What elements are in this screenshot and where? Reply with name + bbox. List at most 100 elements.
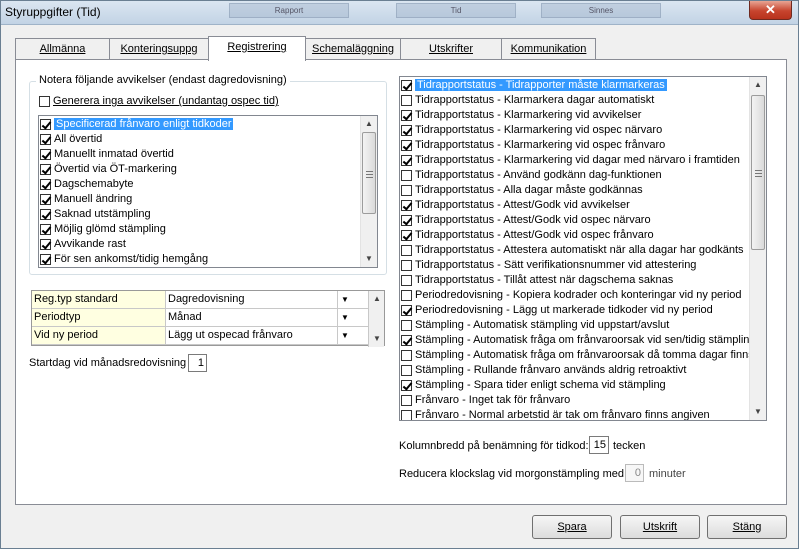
scroll-up-arrow-icon[interactable]: ▲ <box>369 291 385 307</box>
checkbox[interactable] <box>401 170 412 181</box>
checkbox[interactable] <box>40 119 51 130</box>
checkbox[interactable] <box>40 164 51 175</box>
checkbox[interactable] <box>40 224 51 235</box>
checkbox[interactable] <box>401 80 412 91</box>
option-list-item[interactable]: Tidrapportstatus - Klarmarkering vid osp… <box>400 138 766 153</box>
deviation-list-item[interactable]: Specificerad frånvaro enligt tidkoder <box>39 117 377 132</box>
checkbox[interactable] <box>401 215 412 226</box>
checkbox[interactable] <box>401 380 412 391</box>
checkbox[interactable] <box>401 275 412 286</box>
option-list-item[interactable]: Periodredovisning - Lägg ut markerade ti… <box>400 303 766 318</box>
close-button[interactable]: Stäng <box>707 515 787 539</box>
deviations-list[interactable]: Specificerad frånvaro enligt tidkoder All… <box>38 115 378 268</box>
scroll-thumb[interactable] <box>362 132 376 214</box>
tab-konteringsuppg[interactable]: Konteringsuppg <box>109 38 209 60</box>
regtyp-dropdown[interactable]: Dagredovisning ▼ <box>166 291 352 308</box>
options-scrollbar[interactable]: ▲ ▼ <box>749 77 766 420</box>
deviation-list-item[interactable]: Avvikande rast <box>39 237 377 252</box>
checkbox[interactable] <box>401 245 412 256</box>
column-width-input[interactable]: 15 <box>589 436 609 454</box>
save-button[interactable]: Spara <box>532 515 612 539</box>
option-list-item[interactable]: Tidrapportstatus - Klarmarkera dagar aut… <box>400 93 766 108</box>
print-button[interactable]: Utskrift <box>620 515 700 539</box>
scroll-down-arrow-icon[interactable]: ▼ <box>369 331 385 347</box>
checkbox[interactable] <box>401 335 412 346</box>
reduce-input[interactable]: 0 <box>625 464 644 482</box>
checkbox[interactable] <box>40 194 51 205</box>
chevron-down-icon[interactable]: ▼ <box>337 291 352 308</box>
checkbox[interactable] <box>401 155 412 166</box>
option-list-item[interactable]: Stämpling - Automatisk fråga om frånvaro… <box>400 348 766 363</box>
option-list-item[interactable]: Tidrapportstatus - Klarmarkering vid osp… <box>400 123 766 138</box>
tab-kommunikation[interactable]: Kommunikation <box>501 38 596 60</box>
deviation-list-item[interactable]: Saknad utstämpling <box>39 207 377 222</box>
option-list-item[interactable]: Tidrapportstatus - Tillåt attest när dag… <box>400 273 766 288</box>
checkbox[interactable] <box>401 200 412 211</box>
option-list-item[interactable]: Tidrapportstatus - Klarmarkering vid dag… <box>400 153 766 168</box>
checkbox[interactable] <box>401 365 412 376</box>
ny-period-dropdown[interactable]: Lägg ut ospecad frånvaro ▼ <box>166 327 352 344</box>
tab-schemalaggning[interactable]: Schemaläggning <box>305 38 401 60</box>
scroll-down-arrow-icon[interactable]: ▼ <box>750 404 766 420</box>
option-list-item[interactable]: Frånvaro - Inget tak för frånvaro <box>400 393 766 408</box>
scroll-down-arrow-icon[interactable]: ▼ <box>361 251 377 267</box>
checkbox[interactable] <box>401 110 412 121</box>
option-list-item[interactable]: Tidrapportstatus - Attestera automatiskt… <box>400 243 766 258</box>
checkbox[interactable] <box>40 149 51 160</box>
checkbox[interactable] <box>40 209 51 220</box>
startdag-input[interactable]: 1 <box>188 354 207 372</box>
checkbox[interactable] <box>40 239 51 250</box>
option-list-item[interactable]: Frånvaro - Normal arbetstid är tak om fr… <box>400 408 766 420</box>
checkbox[interactable] <box>40 134 51 145</box>
checkbox[interactable] <box>401 125 412 136</box>
chevron-down-icon[interactable]: ▼ <box>337 327 352 344</box>
checkbox[interactable] <box>40 179 51 190</box>
option-list-item[interactable]: Periodredovisning - Kopiera kodrader och… <box>400 288 766 303</box>
option-list-item[interactable]: Tidrapportstatus - Använd godkänn dag-fu… <box>400 168 766 183</box>
option-list-item[interactable]: Stämpling - Automatisk fråga om frånvaro… <box>400 333 766 348</box>
tab-registrering[interactable]: Registrering <box>208 36 306 61</box>
tab-utskrifter[interactable]: Utskrifter <box>400 38 502 60</box>
tab-allmanna[interactable]: Allmänna <box>15 38 110 60</box>
no-deviations-checkbox[interactable] <box>39 96 50 107</box>
option-list-item[interactable]: Stämpling - Spara tider enligt schema vi… <box>400 378 766 393</box>
deviation-list-item[interactable]: Manuellt inmatad övertid <box>39 147 377 162</box>
checkbox[interactable] <box>40 254 51 265</box>
option-list-item[interactable]: Tidrapportstatus - Attest/Godk vid ospec… <box>400 213 766 228</box>
checkbox[interactable] <box>401 185 412 196</box>
checkbox[interactable] <box>401 95 412 106</box>
no-deviations-checkbox-row[interactable]: Generera inga avvikelser (undantag ospec… <box>38 94 279 109</box>
option-list-item[interactable]: Stämpling - Rullande frånvaro används al… <box>400 363 766 378</box>
deviation-list-item[interactable]: Manuell ändring <box>39 192 377 207</box>
options-list[interactable]: Tidrapportstatus - Tidrapporter måste kl… <box>399 76 767 421</box>
option-list-item[interactable]: Tidrapportstatus - Tidrapporter måste kl… <box>400 78 766 93</box>
chevron-down-icon[interactable]: ▼ <box>337 309 352 326</box>
checkbox[interactable] <box>401 320 412 331</box>
checkbox[interactable] <box>401 230 412 241</box>
scroll-up-arrow-icon[interactable]: ▲ <box>750 77 766 93</box>
periodtyp-dropdown[interactable]: Månad ▼ <box>166 309 352 326</box>
scroll-thumb[interactable] <box>751 95 765 250</box>
deviation-list-item[interactable]: Möjlig glömd stämpling <box>39 222 377 237</box>
option-list-item[interactable]: Tidrapportstatus - Sätt verifikationsnum… <box>400 258 766 273</box>
checkbox[interactable] <box>401 395 412 406</box>
checkbox[interactable] <box>401 410 412 420</box>
checkbox[interactable] <box>401 290 412 301</box>
deviation-list-item[interactable]: För sen ankomst/tidig hemgång <box>39 252 377 267</box>
deviation-list-item[interactable]: Övertid via ÖT-markering <box>39 162 377 177</box>
option-list-item[interactable]: Stämpling - Automatisk stämpling vid upp… <box>400 318 766 333</box>
checkbox[interactable] <box>401 305 412 316</box>
checkbox[interactable] <box>401 140 412 151</box>
option-list-item[interactable]: Tidrapportstatus - Alla dagar måste godk… <box>400 183 766 198</box>
checkbox[interactable] <box>401 260 412 271</box>
scroll-up-arrow-icon[interactable]: ▲ <box>361 116 377 132</box>
close-window-button[interactable]: ✕ <box>749 1 792 20</box>
deviation-list-item[interactable]: All övertid <box>39 132 377 147</box>
option-list-item[interactable]: Tidrapportstatus - Klarmarkering vid avv… <box>400 108 766 123</box>
deviations-scrollbar[interactable]: ▲ ▼ <box>360 116 377 267</box>
deviation-list-item[interactable]: Dagschemabyte <box>39 177 377 192</box>
option-list-item[interactable]: Tidrapportstatus - Attest/Godk vid ospec… <box>400 228 766 243</box>
option-list-item[interactable]: Tidrapportstatus - Attest/Godk vid avvik… <box>400 198 766 213</box>
grid-scrollbar[interactable]: ▲ ▼ <box>368 291 384 347</box>
checkbox[interactable] <box>401 350 412 361</box>
